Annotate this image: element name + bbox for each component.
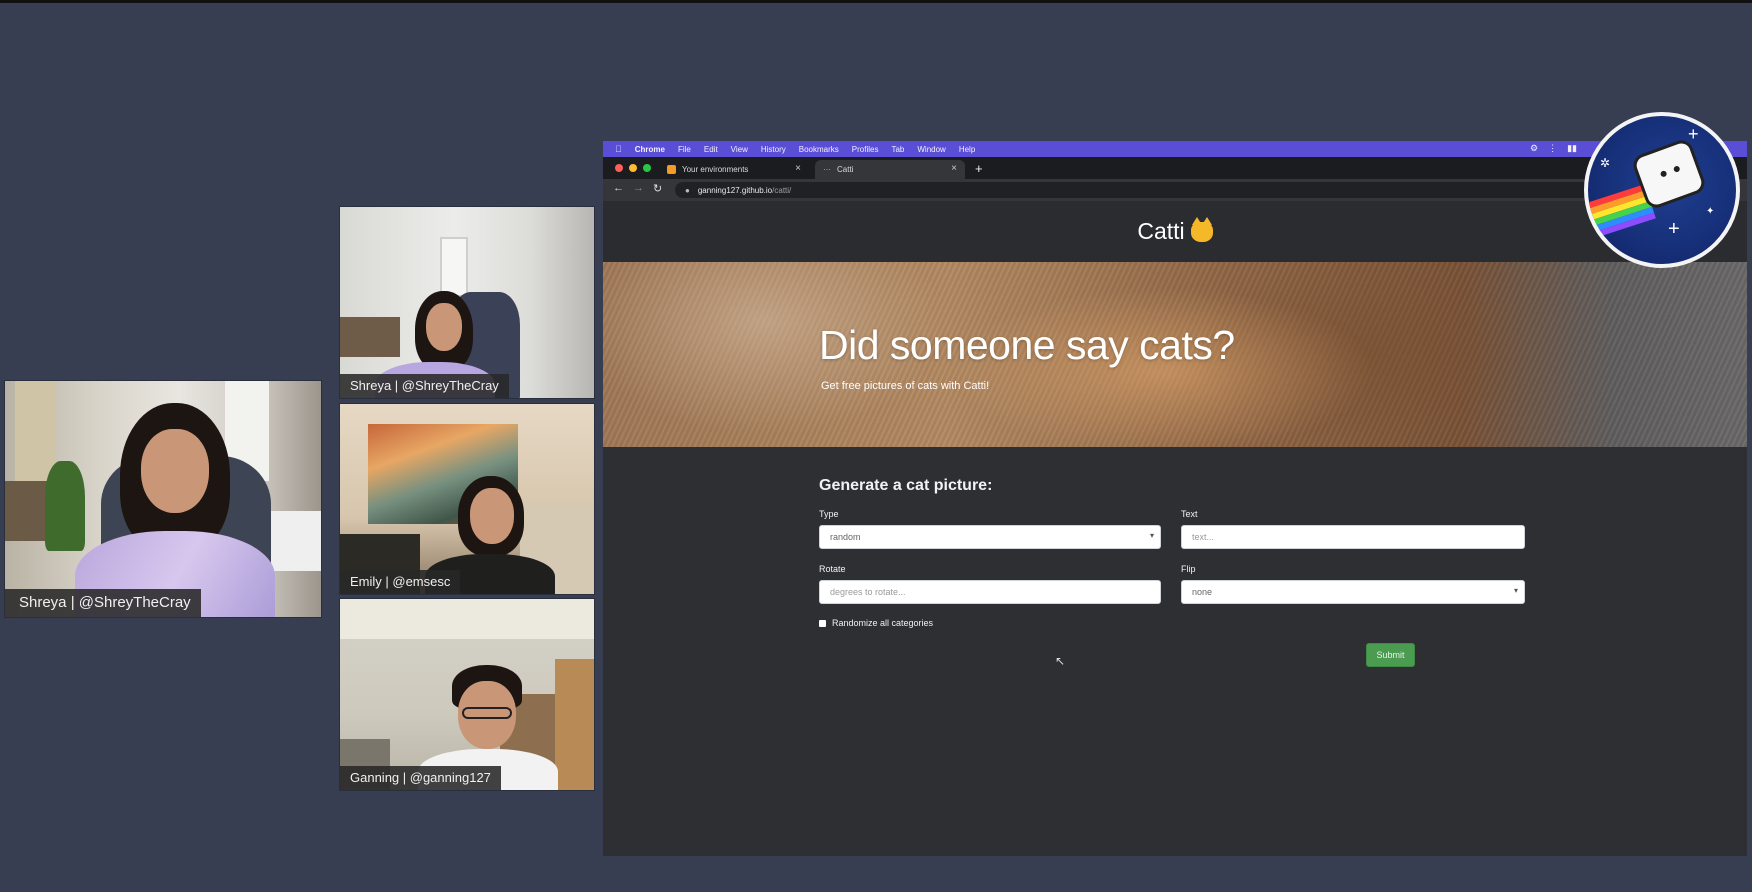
reload-icon[interactable]: ↻ [653,182,662,195]
tab-favicon-icon: ⋯ [823,165,831,174]
macos-menubar:  Chrome File Edit View History Bookmark… [603,141,1747,157]
video-feed [340,404,594,594]
menu-extra-icon[interactable]: ⋮ [1548,143,1557,154]
menu-item-file[interactable]: File [678,145,691,154]
hero-banner: Did someone say cats? Get free pictures … [603,262,1747,447]
sparkle-icon: ✦ [1706,206,1715,217]
type-select[interactable]: random ▾ [819,525,1161,549]
randomize-label[interactable]: Randomize all categories [832,618,933,628]
tab-title: Catti [837,165,854,174]
url-path: /catti/ [772,185,792,195]
menu-item-view[interactable]: View [731,145,748,154]
window-controls [615,164,651,172]
top-strip [0,0,1752,3]
randomize-checkbox[interactable] [819,619,826,627]
apple-icon[interactable]:  [615,144,622,154]
menu-item-profiles[interactable]: Profiles [852,145,879,154]
tab-your-environments[interactable]: Your environments × [659,160,809,179]
chevron-down-icon: ▾ [1149,531,1154,540]
forward-icon[interactable]: → [633,182,644,194]
tab-strip: Your environments × ⋯ Catti × + [603,157,1747,179]
participant-name-tag: Shreya | @ShreyTheCray [5,589,201,617]
hero-subtitle: Get free pictures of cats with Catti! [821,380,990,392]
sparkle-icon: + [1668,218,1680,240]
tab-catti[interactable]: ⋯ Catti × [815,160,965,179]
text-label: Text [1181,509,1198,519]
minimize-window-icon[interactable] [629,164,637,172]
tab-favicon-icon [667,165,676,174]
flip-select[interactable]: none ▾ [1181,580,1525,604]
participant-name-tag: Shreya | @ShreyTheCray [340,374,509,398]
menu-app-name[interactable]: Chrome [635,145,665,154]
randomize-option: Randomize all categories [819,618,933,628]
menu-item-help[interactable]: Help [959,145,975,154]
video-tile-shreya: Shreya | @ShreyTheCray [339,206,595,399]
participant-name-tag: Ganning | @ganning127 [340,766,501,790]
video-feed [5,381,321,617]
back-icon[interactable]: ← [613,182,624,194]
video-tile-emily: Emily | @emsesc [339,403,595,595]
shared-screen-browser:  Chrome File Edit View History Bookmark… [603,141,1747,856]
menu-item-bookmarks[interactable]: Bookmarks [799,145,839,154]
menu-item-edit[interactable]: Edit [704,145,718,154]
menu-item-tab[interactable]: Tab [891,145,904,154]
rotate-input[interactable]: degrees to rotate... [819,580,1161,604]
chevron-down-icon: ▾ [1513,586,1518,595]
url-host: ganning127.github.io [697,185,773,195]
video-tile-ganning: Ganning | @ganning127 [339,598,595,791]
flip-label: Flip [1181,564,1196,574]
submit-button[interactable]: Submit [1366,643,1415,667]
nyan-cube-logo: + + ✲ ✦ [1584,112,1740,268]
mouse-cursor-icon: ↖ [1055,654,1066,668]
type-select-value: random [830,532,861,542]
sparkle-icon: + [1688,124,1699,144]
settings-icon[interactable]: ⚙ [1530,143,1538,154]
video-tile-shreya-main: Shreya | @ShreyTheCray [4,380,322,618]
zoom-window-icon[interactable] [643,164,651,172]
text-input[interactable]: text... [1181,525,1525,549]
participant-name-tag: Emily | @emsesc [340,570,461,594]
new-tab-icon[interactable]: + [975,161,983,176]
menu-item-history[interactable]: History [761,145,786,154]
rotate-input-placeholder: degrees to rotate... [830,587,906,597]
site-brand[interactable]: Catti [1137,218,1184,245]
flip-select-value: none [1192,587,1213,597]
form-title: Generate a cat picture: [819,477,993,494]
menu-item-window[interactable]: Window [917,145,945,154]
close-window-icon[interactable] [615,164,623,172]
video-feed [340,599,594,790]
close-tab-icon[interactable]: × [951,163,957,174]
participant-figure [65,401,285,617]
close-tab-icon[interactable]: × [795,163,801,174]
tab-title: Your environments [682,165,749,174]
site-navbar: Catti [603,201,1747,262]
battery-icon[interactable]: ▮▮ [1567,143,1577,154]
type-label: Type [819,509,839,519]
address-bar[interactable]: ● ganning127.github.io /catti/ ☆ [675,182,1691,198]
video-feed [340,207,594,398]
text-input-placeholder: text... [1192,532,1215,542]
menubar-tray: ⚙ ⋮ ▮▮ [1530,143,1577,154]
hero-title: Did someone say cats? [819,322,1235,368]
cat-face-icon [1190,216,1213,242]
rotate-label: Rotate [819,564,846,574]
toolbar: ← → ↻ ● ganning127.github.io /catti/ ☆ [603,179,1747,201]
lock-icon[interactable]: ● [685,186,690,195]
sparkle-icon: ✲ [1600,156,1611,170]
